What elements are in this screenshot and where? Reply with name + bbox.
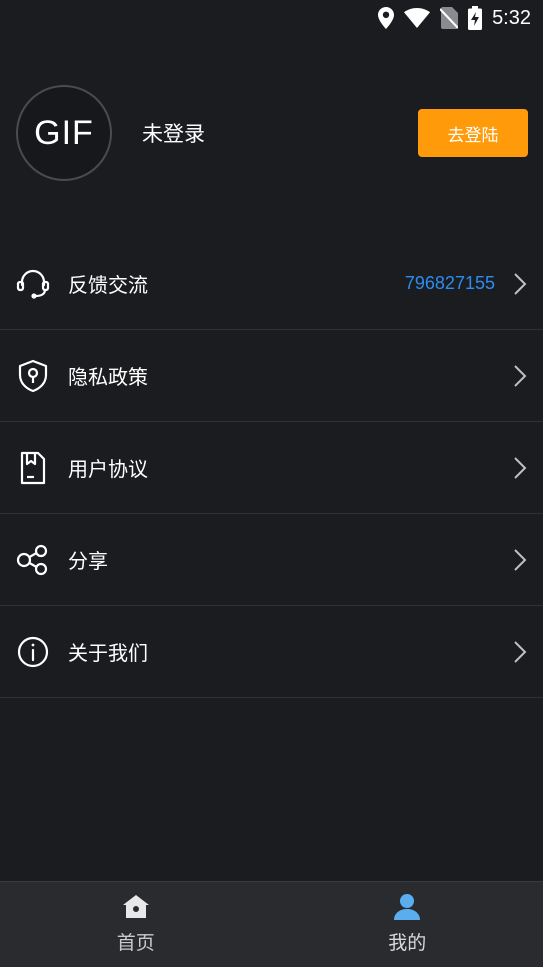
battery-charging-icon xyxy=(468,6,483,30)
menu-item-label: 用户协议 xyxy=(68,457,148,481)
user-icon xyxy=(392,892,422,922)
headset-icon xyxy=(16,267,50,301)
login-button[interactable]: 去登陆 xyxy=(418,109,528,157)
menu-item-share[interactable]: 分享 xyxy=(0,514,543,606)
location-icon xyxy=(378,7,395,29)
profile-header: GIF 未登录 去登陆 xyxy=(16,85,528,181)
chevron-right-icon xyxy=(513,272,527,296)
bottom-tab-bar: 首页 我的 xyxy=(0,881,543,967)
shield-keyhole-icon xyxy=(16,359,50,393)
feedback-group-number[interactable]: 796827155 xyxy=(405,273,495,294)
menu-item-user-agreement[interactable]: 用户协议 xyxy=(0,422,543,514)
tab-home[interactable]: 首页 xyxy=(0,882,272,967)
document-icon xyxy=(16,451,50,485)
status-bar: 5:32 xyxy=(0,0,543,38)
share-icon xyxy=(16,543,50,577)
tab-label: 首页 xyxy=(116,932,155,954)
chevron-right-icon xyxy=(513,640,527,664)
settings-menu: 反馈交流 796827155 隐私政策 用户协议 分享 关于我们 xyxy=(0,238,543,698)
no-sim-icon xyxy=(440,7,459,29)
menu-item-privacy[interactable]: 隐私政策 xyxy=(0,330,543,422)
tab-mine[interactable]: 我的 xyxy=(272,882,543,967)
chevron-right-icon xyxy=(513,548,527,572)
wifi-icon xyxy=(404,8,431,28)
chevron-right-icon xyxy=(513,364,527,388)
profile-name: 未登录 xyxy=(142,122,205,146)
menu-item-label: 隐私政策 xyxy=(68,365,148,389)
menu-item-label: 反馈交流 xyxy=(68,273,148,297)
home-icon xyxy=(121,892,151,922)
menu-item-about[interactable]: 关于我们 xyxy=(0,606,543,698)
status-time: 5:32 xyxy=(492,6,531,29)
menu-item-feedback[interactable]: 反馈交流 796827155 xyxy=(0,238,543,330)
avatar[interactable]: GIF xyxy=(16,85,112,181)
menu-item-label: 分享 xyxy=(68,549,108,573)
info-icon xyxy=(16,635,50,669)
menu-item-label: 关于我们 xyxy=(68,641,148,665)
tab-label: 我的 xyxy=(388,932,427,954)
chevron-right-icon xyxy=(513,456,527,480)
